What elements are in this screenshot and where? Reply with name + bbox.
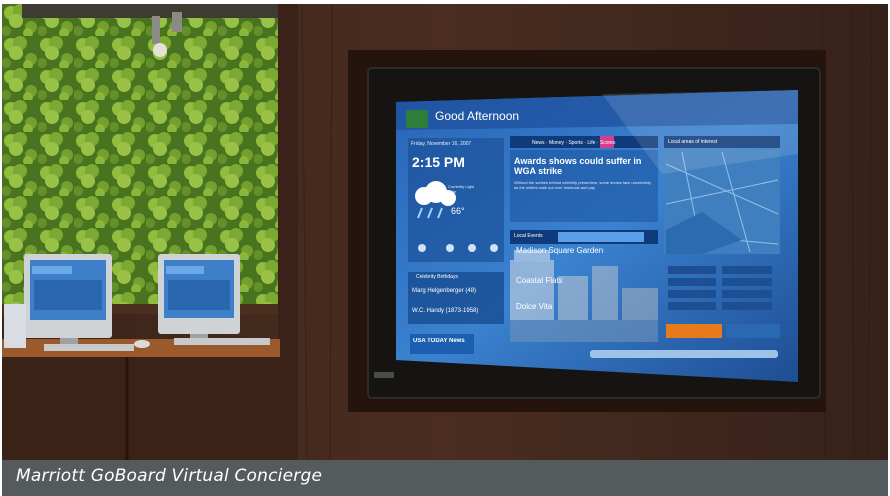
usa-today-brand: USA TODAY News: [413, 338, 465, 344]
tab-scores: Scores: [599, 140, 616, 146]
counter-front: [2, 357, 280, 460]
news-tabs: News · Money · Sports · Life · Scores: [532, 140, 616, 146]
tab-money: Money: [548, 140, 564, 146]
keyboard-left: [44, 344, 134, 351]
photo-caption: Marriott GoBoard Virtual Concierge: [16, 466, 323, 486]
mouse: [134, 340, 150, 348]
screen-date: Friday, November 16, 2007: [411, 141, 472, 147]
event-2: Coastal Flats: [516, 276, 563, 285]
birthdays-title: Celebrity Birthdays: [416, 274, 458, 280]
tab-life: Life: [587, 140, 596, 146]
tab-sports: Sports: [568, 140, 583, 146]
screen-weather-condition: Currently Light Rain: [448, 184, 475, 194]
light-track: [22, 4, 278, 18]
birthday-1: Marg Helgenberger (48): [412, 288, 477, 294]
spotlight: [153, 43, 167, 57]
local-events-label: Local Events: [514, 233, 543, 239]
event-3: Dolce Vita: [516, 302, 553, 311]
event-1: Madison Square Garden: [516, 246, 604, 255]
photo-scene: [2, 4, 888, 460]
orange-action-button: [666, 324, 722, 338]
birthday-2: W.C. Handy (1873-1958): [412, 308, 479, 314]
screen-headline: Awards shows could suffer in WGA strike: [514, 156, 642, 176]
keyboard-right: [174, 338, 270, 345]
map-title: Local areas of interest: [668, 139, 718, 145]
screen-time: 2:15 PM: [412, 154, 465, 170]
screen-temperature: 66°: [451, 206, 465, 216]
ticker-bar: [590, 350, 778, 358]
usa-today-logo: [410, 334, 474, 354]
events-progress-bar: [558, 232, 644, 242]
tab-news: News: [532, 140, 545, 146]
marriott-logo: [406, 110, 428, 128]
photo: Good Afternoon Friday, November 16, 2007…: [2, 4, 888, 460]
screen-headline-body: Without the scribes behind celebrity pre…: [514, 180, 651, 190]
screen-greeting: Good Afternoon: [435, 109, 520, 123]
brochure-stand: [4, 304, 26, 348]
caption-bar: Marriott GoBoard Virtual Concierge: [2, 460, 888, 496]
